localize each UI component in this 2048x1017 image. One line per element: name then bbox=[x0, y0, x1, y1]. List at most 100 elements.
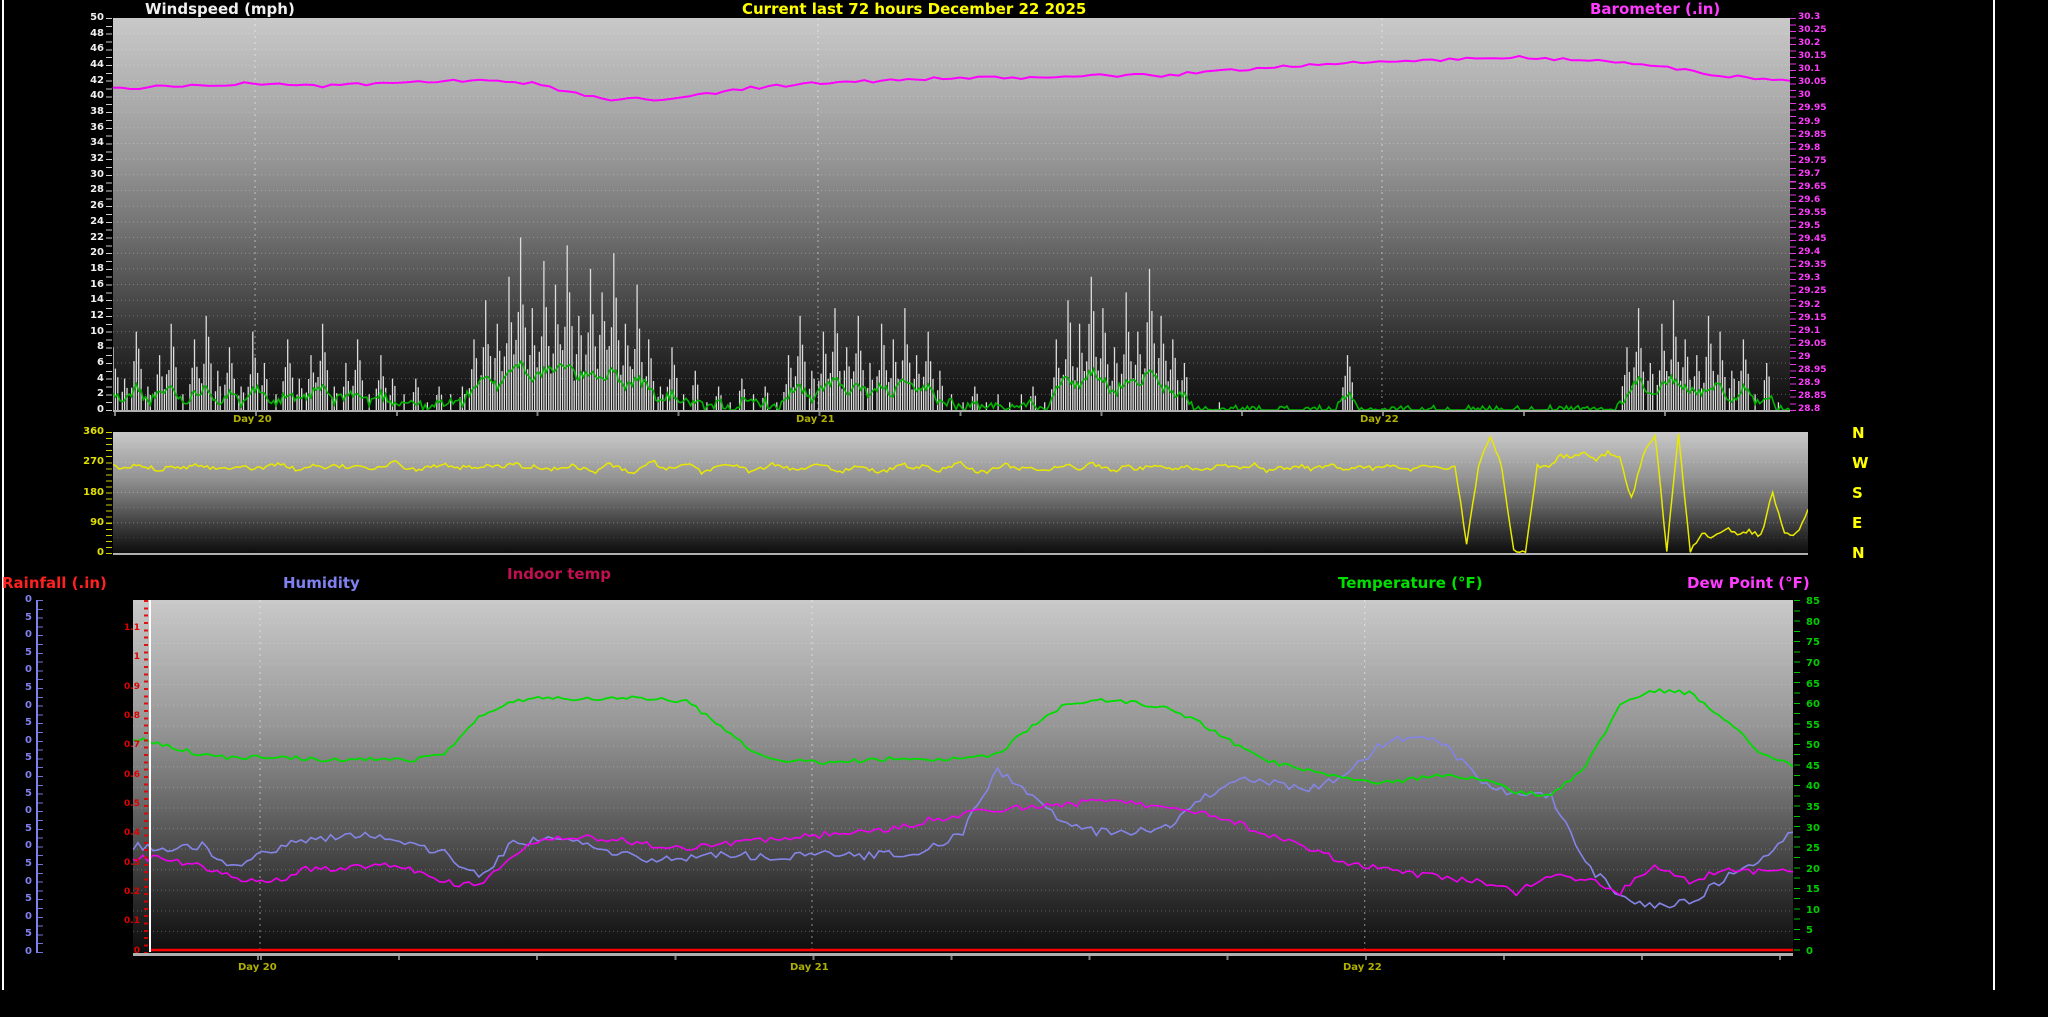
barometer-tick-label: 29.35 bbox=[1798, 261, 1826, 271]
temperature-tick-label: 10 bbox=[1806, 905, 1820, 916]
temperature-tick-label: 30 bbox=[1806, 823, 1820, 834]
windspeed-tick-label: 48 bbox=[72, 28, 104, 39]
humidity-tick-label: 5 bbox=[20, 682, 32, 693]
temperature-tick-label: 85 bbox=[1806, 596, 1820, 607]
barometer-tick-label: 29.9 bbox=[1798, 118, 1820, 128]
temperature-tick-label: 40 bbox=[1806, 781, 1820, 792]
temperature-tick-label: 65 bbox=[1806, 679, 1820, 690]
day-label: Day 20 bbox=[233, 414, 272, 425]
rainfall-tick-label: 0.4 bbox=[108, 829, 140, 839]
barometer-tick-label: 29.7 bbox=[1798, 170, 1820, 180]
barometer-tick-label: 29.55 bbox=[1798, 209, 1826, 219]
windspeed-tick-label: 10 bbox=[72, 326, 104, 337]
windspeed-tick-label: 16 bbox=[72, 279, 104, 290]
rainfall-axis-ticks bbox=[144, 600, 148, 953]
rainfall-tick-label: 0.9 bbox=[108, 683, 140, 693]
barometer-tick-label: 28.8 bbox=[1798, 405, 1820, 415]
wind-direction-plot bbox=[113, 432, 1808, 553]
dew-point-label: Dew Point (°F) bbox=[1687, 575, 1810, 592]
weather-display-screen: Windspeed (mph) Current last 72 hours De… bbox=[0, 0, 2048, 1017]
windspeed-tick-label: 30 bbox=[72, 169, 104, 180]
compass-label: E bbox=[1852, 515, 1862, 532]
windspeed-tick-label: 32 bbox=[72, 153, 104, 164]
humidity-tick-label: 5 bbox=[20, 717, 32, 728]
temperature-tick-label: 75 bbox=[1806, 637, 1820, 648]
humidity-tick-label: 0 bbox=[20, 911, 32, 922]
barometer-tick-label: 29.45 bbox=[1798, 235, 1826, 245]
windspeed-tick-label: 2 bbox=[72, 388, 104, 399]
windspeed-tick-label: 12 bbox=[72, 310, 104, 321]
windspeed-tick-label: 28 bbox=[72, 184, 104, 195]
barometer-tick-label: 29.6 bbox=[1798, 196, 1820, 206]
humidity-tick-label: 5 bbox=[20, 788, 32, 799]
temperature-tick-label: 55 bbox=[1806, 720, 1820, 731]
windspeed-title: Windspeed (mph) bbox=[145, 1, 295, 18]
chart-start-marker-line bbox=[149, 600, 151, 952]
rainfall-tick-label: 0.7 bbox=[108, 741, 140, 751]
page-title: Current last 72 hours December 22 2025 bbox=[742, 1, 1086, 18]
barometer-tick-label: 30.05 bbox=[1798, 78, 1826, 88]
humidity-tick-label: 0 bbox=[20, 876, 32, 887]
windspeed-tick-label: 6 bbox=[72, 357, 104, 368]
windspeed-tick-label: 18 bbox=[72, 263, 104, 274]
rainfall-tick-label: 0.1 bbox=[108, 917, 140, 927]
barometer-tick-label: 29.8 bbox=[1798, 144, 1820, 154]
barometer-tick-label: 29.85 bbox=[1798, 131, 1826, 141]
windspeed-tick-label: 26 bbox=[72, 200, 104, 211]
rainfall-tick-label: 1 bbox=[108, 653, 140, 663]
humidity-tick-label: 0 bbox=[20, 946, 32, 957]
humidity-tick-label: 5 bbox=[20, 752, 32, 763]
temperature-tick-label: 5 bbox=[1806, 925, 1813, 936]
rainfall-tick-label: 0.3 bbox=[108, 859, 140, 869]
barometer-tick-label: 29.5 bbox=[1798, 222, 1820, 232]
temperature-tick-label: 70 bbox=[1806, 658, 1820, 669]
barometer-tick-label: 28.85 bbox=[1798, 392, 1826, 402]
humidity-tick-label: 0 bbox=[20, 700, 32, 711]
temperature-tick-label: 20 bbox=[1806, 864, 1820, 875]
barometer-tick-label: 30.2 bbox=[1798, 39, 1820, 49]
windspeed-tick-label: 38 bbox=[72, 106, 104, 117]
barometer-tick-label: 29.75 bbox=[1798, 157, 1826, 167]
humidity-label: Humidity bbox=[283, 575, 360, 592]
barometer-tick-label: 29.65 bbox=[1798, 183, 1826, 193]
humidity-tick-label: 0 bbox=[20, 629, 32, 640]
barometer-axis-ticks bbox=[1790, 18, 1796, 411]
temperature-axis-ticks bbox=[1794, 600, 1800, 953]
temp-humidity-dewpoint-plot bbox=[133, 600, 1793, 952]
windspeed-tick-label: 22 bbox=[72, 232, 104, 243]
temperature-tick-label: 80 bbox=[1806, 617, 1820, 628]
humidity-tick-label: 5 bbox=[20, 612, 32, 623]
windspeed-tick-label: 40 bbox=[72, 90, 104, 101]
barometer-tick-label: 28.95 bbox=[1798, 366, 1826, 376]
barometer-tick-label: 30.1 bbox=[1798, 65, 1820, 75]
humidity-tick-label: 0 bbox=[20, 664, 32, 675]
day-label: Day 21 bbox=[790, 962, 829, 973]
day-label: Day 22 bbox=[1360, 414, 1399, 425]
humidity-tick-label: 0 bbox=[20, 840, 32, 851]
windspeed-tick-label: 4 bbox=[72, 373, 104, 384]
barometer-tick-label: 28.9 bbox=[1798, 379, 1820, 389]
barometer-tick-label: 30.3 bbox=[1798, 13, 1820, 23]
windspeed-tick-label: 14 bbox=[72, 294, 104, 305]
humidity-tick-label: 5 bbox=[20, 893, 32, 904]
barometer-tick-label: 29 bbox=[1798, 353, 1811, 363]
humidity-tick-label: 5 bbox=[20, 858, 32, 869]
bottom-chart-time-ticks bbox=[133, 956, 1793, 960]
windspeed-tick-label: 50 bbox=[72, 12, 104, 23]
rainfall-tick-label: 0.6 bbox=[108, 771, 140, 781]
barometer-tick-label: 30.25 bbox=[1798, 26, 1826, 36]
temperature-label: Temperature (°F) bbox=[1338, 575, 1483, 592]
barometer-tick-label: 29.1 bbox=[1798, 327, 1820, 337]
windspeed-tick-label: 8 bbox=[72, 341, 104, 352]
humidity-tick-label: 0 bbox=[20, 735, 32, 746]
right-frame-line bbox=[1993, 0, 1995, 990]
rainfall-tick-label: 1.1 bbox=[108, 624, 140, 634]
wind-direction-tick-label: 360 bbox=[72, 426, 104, 437]
barometer-tick-label: 29.4 bbox=[1798, 248, 1820, 258]
windspeed-tick-label: 42 bbox=[72, 75, 104, 86]
wind-direction-tick-label: 270 bbox=[72, 456, 104, 467]
indoor-temp-label: Indoor temp bbox=[507, 566, 611, 583]
windspeed-axis-ticks bbox=[106, 18, 112, 411]
day-label: Day 20 bbox=[238, 962, 277, 973]
temperature-tick-label: 45 bbox=[1806, 761, 1820, 772]
